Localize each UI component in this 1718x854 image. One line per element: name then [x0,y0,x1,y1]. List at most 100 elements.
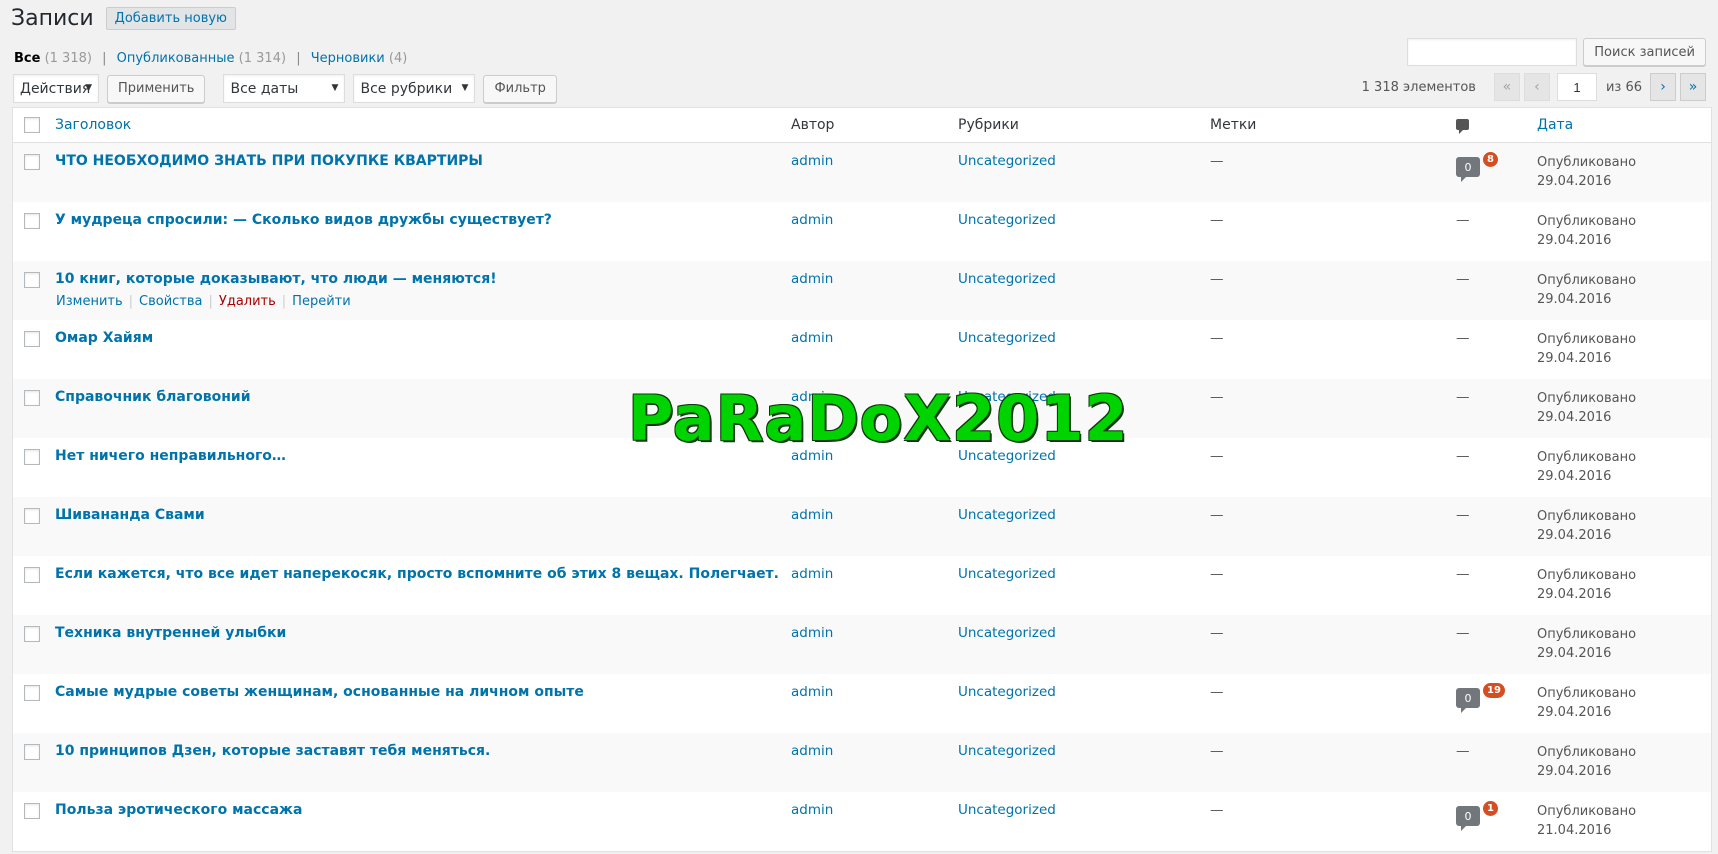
quick-edit-link[interactable]: Свойства [139,294,203,309]
post-author-link[interactable]: admin [791,389,833,405]
row-checkbox[interactable] [24,449,40,465]
column-author: Автор [791,117,835,133]
post-category-link[interactable]: Uncategorized [958,330,1056,346]
current-page-input[interactable] [1556,73,1597,101]
row-checkbox[interactable] [24,272,40,288]
post-author-link[interactable]: admin [791,330,833,346]
row-checkbox[interactable] [24,213,40,229]
post-author-link[interactable]: admin [791,153,833,169]
last-page-button[interactable]: » [1680,73,1706,101]
post-author-link[interactable]: admin [791,743,833,759]
delete-link[interactable]: Удалить [219,294,276,309]
post-date-value: 29.04.2016 [1537,351,1612,366]
table-body: ЧТО НЕОБХОДИМО ЗНАТЬ ПРИ ПОКУПКЕ КВАРТИР… [13,143,1711,851]
post-category-link[interactable]: Uncategorized [958,743,1056,759]
row-checkbox[interactable] [24,331,40,347]
post-category-link[interactable]: Uncategorized [958,566,1056,582]
category-filter-select[interactable]: Все рубрики ▼ [353,74,476,103]
post-date-value: 29.04.2016 [1537,410,1612,425]
row-action-separator: | [128,294,134,309]
post-tags: — [1210,389,1224,405]
post-author-link[interactable]: admin [791,507,833,523]
pending-comments-badge[interactable]: 8 [1482,151,1499,168]
post-tags: — [1210,448,1224,464]
row-checkbox[interactable] [24,685,40,701]
post-title-link[interactable]: Омар Хайям [55,330,153,346]
first-page-button[interactable]: « [1493,73,1520,101]
add-new-button[interactable]: Добавить новую [105,6,236,30]
table-row: Техника внутренней улыбки admin Uncategori… [13,615,1711,674]
bulk-actions-select[interactable]: Действия ▼ [13,74,99,103]
post-author-link[interactable]: admin [791,566,833,582]
apply-button[interactable]: Применить [107,74,206,103]
post-author-link[interactable]: admin [791,625,833,641]
post-author-link[interactable]: admin [791,802,833,818]
post-title-link[interactable]: ЧТО НЕОБХОДИМО ЗНАТЬ ПРИ ПОКУПКЕ КВАРТИР… [55,153,483,169]
view-link[interactable]: Перейти [292,294,351,309]
post-title-link[interactable]: Польза эротического массажа [55,802,302,818]
post-category-link[interactable]: Uncategorized [958,507,1056,523]
post-title-link[interactable]: Справочник благовоний [55,389,251,405]
prev-page-button[interactable]: ‹ [1523,73,1550,101]
post-comments: — [1456,625,1470,641]
post-category-link[interactable]: Uncategorized [958,212,1056,228]
row-actions: Изменить | Свойства | Удалить | Перейти [56,294,351,309]
post-title-link[interactable]: Шивананда Свами [55,507,205,523]
post-date: Опубликовано 29.04.2016 [1537,566,1636,604]
row-checkbox[interactable] [24,744,40,760]
column-title[interactable]: Заголовок [55,117,131,133]
post-title-link[interactable]: Если кажется, что все идет наперекосяк, … [55,566,779,582]
post-author-link[interactable]: admin [791,448,833,464]
pending-comments-badge[interactable]: 19 [1482,682,1506,699]
filter-all[interactable]: Все [14,51,40,66]
post-tags: — [1210,625,1224,641]
post-title-link[interactable]: Самые мудрые советы женщинам, основанные… [55,684,584,700]
post-tags: — [1210,684,1224,700]
comment-count-bubble[interactable]: 0 [1456,806,1480,831]
filter-button[interactable]: Фильтр [483,74,557,103]
post-title-link[interactable]: Техника внутренней улыбки [55,625,286,641]
date-filter-select[interactable]: Все даты ▼ [223,74,346,103]
post-title-link[interactable]: 10 принципов Дзен, которые заставят тебя… [55,743,490,759]
search-button[interactable]: Поиск записей [1583,38,1706,66]
edit-link[interactable]: Изменить [56,294,123,309]
post-title-link[interactable]: 10 книг, которые доказывают, что люди — … [55,271,497,287]
post-category-link[interactable]: Uncategorized [958,802,1056,818]
filter-separator: | [296,51,301,66]
next-page-button[interactable]: › [1650,73,1676,101]
post-category-link[interactable]: Uncategorized [958,389,1056,405]
post-category-link[interactable]: Uncategorized [958,684,1056,700]
post-author-link[interactable]: admin [791,684,833,700]
post-title-link[interactable]: У мудреца спросили: — Сколько видов друж… [55,212,552,228]
search-input[interactable] [1407,38,1578,66]
filter-drafts[interactable]: Черновики [311,51,385,66]
row-checkbox[interactable] [24,508,40,524]
row-checkbox[interactable] [24,390,40,406]
pending-comments-badge[interactable]: 1 [1482,800,1499,817]
post-category-link[interactable]: Uncategorized [958,271,1056,287]
table-header: Заголовок Автор Рубрики Метки Дата [13,108,1711,143]
post-status: Опубликовано [1537,391,1637,406]
table-row: Если кажется, что все идет наперекосяк, … [13,556,1711,615]
row-checkbox[interactable] [24,567,40,583]
filter-published[interactable]: Опубликованные [117,51,235,66]
post-category-link[interactable]: Uncategorized [958,448,1056,464]
row-checkbox[interactable] [24,626,40,642]
select-all-checkbox[interactable] [24,117,40,133]
post-date: Опубликовано 29.04.2016 [1537,448,1636,486]
post-tags: — [1210,743,1224,759]
row-checkbox[interactable] [24,803,40,819]
post-author-link[interactable]: admin [791,271,833,287]
post-date: Опубликовано 21.04.2016 [1537,802,1636,840]
comment-count-bubble[interactable]: 0 [1456,688,1480,713]
comment-count-bubble[interactable]: 0 [1456,157,1480,182]
pagination: 1 318 элементов « ‹ из 66 › » [1362,73,1706,101]
post-category-link[interactable]: Uncategorized [958,625,1056,641]
row-checkbox[interactable] [24,154,40,170]
table-row: Шивананда Свами admin Uncategorized — — Опубл… [13,497,1711,556]
post-title-link[interactable]: Нет ничего неправильного… [55,448,286,464]
table-row: ЧТО НЕОБХОДИМО ЗНАТЬ ПРИ ПОКУПКЕ КВАРТИР… [13,143,1711,202]
post-author-link[interactable]: admin [791,212,833,228]
column-date[interactable]: Дата [1537,117,1573,133]
post-category-link[interactable]: Uncategorized [958,153,1056,169]
